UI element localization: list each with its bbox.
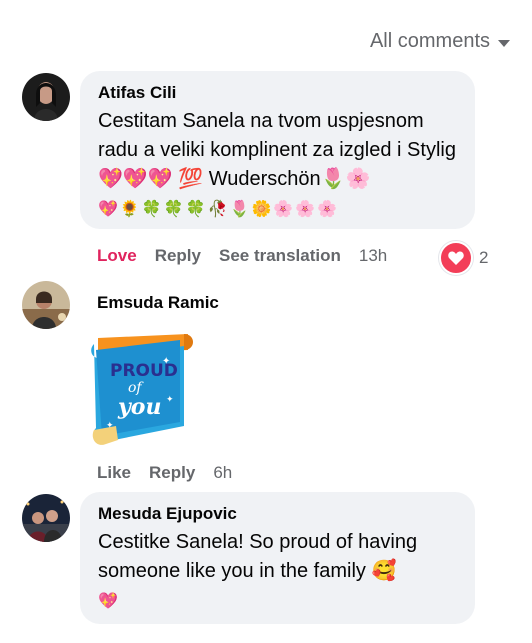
reply-button[interactable]: Reply (149, 463, 195, 483)
reaction-count: 2 (479, 248, 489, 267)
avatar[interactable] (22, 281, 70, 329)
caret-down-icon (498, 39, 510, 47)
comment-bubble: Mesuda Ejupovic Cestitke Sanela! So prou… (80, 492, 475, 624)
comment-actions: Love Reply See translation 13h (97, 246, 405, 266)
svg-text:✦: ✦ (166, 394, 174, 404)
commenter-name[interactable]: Atifas Cili (98, 83, 457, 103)
avatar[interactable] (22, 494, 70, 542)
commenter-name[interactable]: Mesuda Ejupovic (98, 504, 457, 524)
comment-bubble: Atifas Cili Cestitam Sanela na tvom uspj… (80, 71, 475, 229)
see-translation-button[interactable]: See translation (219, 246, 341, 266)
avatar[interactable] (22, 73, 70, 121)
comment-filter-dropdown[interactable]: All comments (370, 30, 510, 53)
comment-text: Cestitke Sanela! So proud of having some… (98, 531, 418, 582)
comment-emoji-line: 💖 (98, 591, 120, 610)
timestamp[interactable]: 6h (213, 463, 232, 483)
svg-text:✦: ✦ (106, 420, 114, 430)
reply-button[interactable]: Reply (155, 246, 201, 266)
comment-emoji-line: 💖🌻🍀🍀🍀🥀🌷🌼🌸🌸🌸 (98, 199, 340, 218)
commenter-name[interactable]: Emsuda Ramic (97, 293, 219, 313)
like-button[interactable]: Like (97, 463, 131, 483)
comment-text: Cestitam Sanela na tvom uspjesnom radu a… (98, 110, 456, 190)
reaction-summary[interactable]: 2 (439, 241, 488, 275)
timestamp[interactable]: 13h (359, 246, 387, 266)
heart-icon (439, 241, 473, 275)
svg-text:✦: ✦ (162, 356, 170, 367)
comment-actions: Like Reply 6h (97, 463, 250, 483)
sticker-word-you: you (117, 394, 161, 420)
proud-of-you-sticker: PROUD of you ✦ ✦ ✦ (88, 330, 198, 452)
filter-label: All comments (369, 30, 490, 52)
love-button[interactable]: Love (97, 246, 137, 266)
